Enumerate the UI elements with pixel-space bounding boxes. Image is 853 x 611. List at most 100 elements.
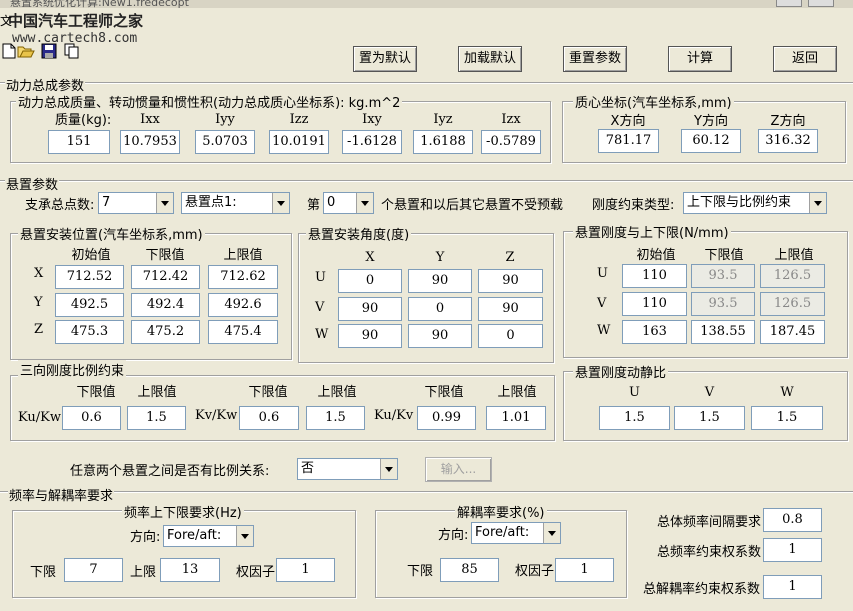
ratio-kukw-upper[interactable]: 1.5 xyxy=(127,406,186,430)
decoupling-group-title: 解耦率要求(%) xyxy=(455,502,547,521)
izz-input[interactable]: 10.0191 xyxy=(269,130,329,154)
set-default-button[interactable]: 置为默认 xyxy=(353,46,417,72)
menu-file[interactable]: 文 xyxy=(0,12,12,29)
dyn-v-input[interactable]: 1.5 xyxy=(674,406,745,430)
mass-input[interactable]: 151 xyxy=(48,130,110,154)
angle-v-z[interactable]: 90 xyxy=(478,297,543,321)
stiffness-w-lower[interactable]: 138.55 xyxy=(691,320,755,344)
frequency-lower-input[interactable]: 7 xyxy=(64,558,123,582)
dyn-u-header: U xyxy=(629,385,640,400)
decoupling-lower-input[interactable]: 85 xyxy=(440,558,499,582)
minimize-button[interactable] xyxy=(776,0,802,7)
decoupling-direction-select[interactable]: Fore/aft: xyxy=(471,522,561,544)
cg-x-header: X方向 xyxy=(610,114,646,129)
chevron-down-icon[interactable] xyxy=(809,193,826,213)
ratio-kvkw-lower[interactable]: 0.6 xyxy=(239,406,299,430)
position-y-initial[interactable]: 492.5 xyxy=(55,293,124,317)
stiffness-u-lower: 93.5 xyxy=(691,264,755,288)
dyn-u-input[interactable]: 1.5 xyxy=(599,406,670,430)
load-default-button[interactable]: 加载默认 xyxy=(458,46,522,72)
ratio-kukv-lower[interactable]: 0.99 xyxy=(417,406,476,430)
chevron-down-icon[interactable] xyxy=(272,193,289,213)
reset-params-button[interactable]: 重置参数 xyxy=(563,46,627,72)
position-x-upper[interactable]: 712.62 xyxy=(208,265,278,289)
angle-w-y[interactable]: 90 xyxy=(408,324,472,348)
position-x-lower[interactable]: 712.42 xyxy=(131,265,200,289)
angle-w-z[interactable]: 0 xyxy=(478,324,543,348)
chevron-down-icon[interactable] xyxy=(236,526,253,546)
position-upper-header: 上限值 xyxy=(223,248,263,263)
mount-count-label: 支承总点数: xyxy=(25,198,95,213)
cg-y-input[interactable]: 60.12 xyxy=(681,129,741,153)
angle-u-x[interactable]: 0 xyxy=(338,269,402,293)
stiffness-w-upper[interactable]: 187.45 xyxy=(760,320,825,344)
position-z-initial[interactable]: 475.3 xyxy=(55,320,124,344)
izx-input[interactable]: -0.5789 xyxy=(481,130,541,154)
nth-mount-select[interactable]: 0 xyxy=(323,192,374,214)
frequency-weight-input[interactable]: 1 xyxy=(276,558,335,582)
iyz-input[interactable]: 1.6188 xyxy=(413,130,473,154)
frequency-total-weight-input[interactable]: 1 xyxy=(763,538,822,562)
frequency-upper-input[interactable]: 13 xyxy=(160,558,220,582)
cg-y-header: Y方向 xyxy=(694,114,728,129)
chevron-down-icon[interactable] xyxy=(543,523,560,543)
decoupling-weight-input[interactable]: 1 xyxy=(555,558,614,582)
mount-count-select[interactable]: 7 xyxy=(98,192,174,214)
ratio-kukw-lower[interactable]: 0.6 xyxy=(62,406,121,430)
position-z-lower[interactable]: 475.2 xyxy=(131,320,200,344)
dyn-v-header: V xyxy=(704,385,715,400)
position-y-upper[interactable]: 492.6 xyxy=(208,293,278,317)
angle-v-y[interactable]: 0 xyxy=(408,297,472,321)
chevron-down-icon[interactable] xyxy=(380,459,397,479)
ratio3-upper-header: 上限值 xyxy=(497,385,537,400)
ratio-kukv-label: Ku/Kv xyxy=(374,408,414,423)
mount-point-select[interactable]: 悬置点1: xyxy=(181,192,290,214)
ixy-input[interactable]: -1.6128 xyxy=(342,130,402,154)
ratio-kvkw-upper[interactable]: 1.5 xyxy=(306,406,365,430)
save-icon[interactable] xyxy=(40,42,58,60)
stiffness-type-select[interactable]: 上下限与比例约束 xyxy=(683,192,827,214)
ratio-kukv-upper[interactable]: 1.01 xyxy=(486,406,546,430)
decoupling-total-weight-input[interactable]: 1 xyxy=(763,575,822,599)
frequency-range-group-title: 频率上下限要求(Hz) xyxy=(122,502,244,521)
dyn-w-input[interactable]: 1.5 xyxy=(751,406,823,430)
direction-select[interactable]: Fore/aft: xyxy=(163,525,254,547)
decoupling-direction-value: Fore/aft: xyxy=(475,525,530,540)
angle-v-x[interactable]: 90 xyxy=(338,297,402,321)
angle-u-y[interactable]: 90 xyxy=(408,269,472,293)
ixx-input[interactable]: 10.7953 xyxy=(120,130,180,154)
open-folder-icon[interactable] xyxy=(17,42,35,60)
izx-header: Izx xyxy=(501,112,521,127)
ratio-constraint-group-title: 三向刚度比例约束 xyxy=(18,360,127,379)
position-y-lower[interactable]: 492.4 xyxy=(131,293,200,317)
stiffness-w-initial[interactable]: 163 xyxy=(622,320,687,344)
copy-icon[interactable] xyxy=(63,42,81,60)
maximize-button[interactable] xyxy=(808,0,834,7)
angle-v-label: V xyxy=(315,300,325,315)
input-button[interactable]: 输入... xyxy=(425,457,492,482)
proportional-relation-select[interactable]: 否 xyxy=(297,458,398,480)
new-file-icon[interactable] xyxy=(0,42,18,60)
chevron-down-icon[interactable] xyxy=(156,193,173,213)
position-z-upper[interactable]: 475.4 xyxy=(208,320,278,344)
iyy-input[interactable]: 5.0703 xyxy=(195,130,255,154)
angle-w-x[interactable]: 90 xyxy=(338,324,402,348)
mount-section-title: 悬置参数 xyxy=(5,174,60,193)
ixy-header: Ixy xyxy=(362,112,382,127)
angle-u-z[interactable]: 90 xyxy=(478,269,543,293)
stiffness-u-initial[interactable]: 110 xyxy=(622,264,687,288)
angle-x-header: X xyxy=(365,250,375,265)
frequency-total-weight-label: 总频率约束权系数 xyxy=(657,545,762,560)
frequency-interval-input[interactable]: 0.8 xyxy=(763,508,822,532)
back-button[interactable]: 返回 xyxy=(773,46,837,72)
stiffness-v-initial[interactable]: 110 xyxy=(622,292,687,316)
dynamic-static-group-title: 悬置刚度动静比 xyxy=(573,362,669,381)
cg-z-input[interactable]: 316.32 xyxy=(758,129,818,153)
watermark-text: 中国汽车工程师之家 xyxy=(8,12,144,30)
position-initial-header: 初始值 xyxy=(71,248,111,263)
chevron-down-icon[interactable] xyxy=(356,193,373,213)
calculate-button[interactable]: 计算 xyxy=(668,46,732,72)
cg-x-input[interactable]: 781.17 xyxy=(598,129,659,153)
position-x-initial[interactable]: 712.52 xyxy=(55,265,124,289)
angle-z-header: Z xyxy=(505,250,515,265)
